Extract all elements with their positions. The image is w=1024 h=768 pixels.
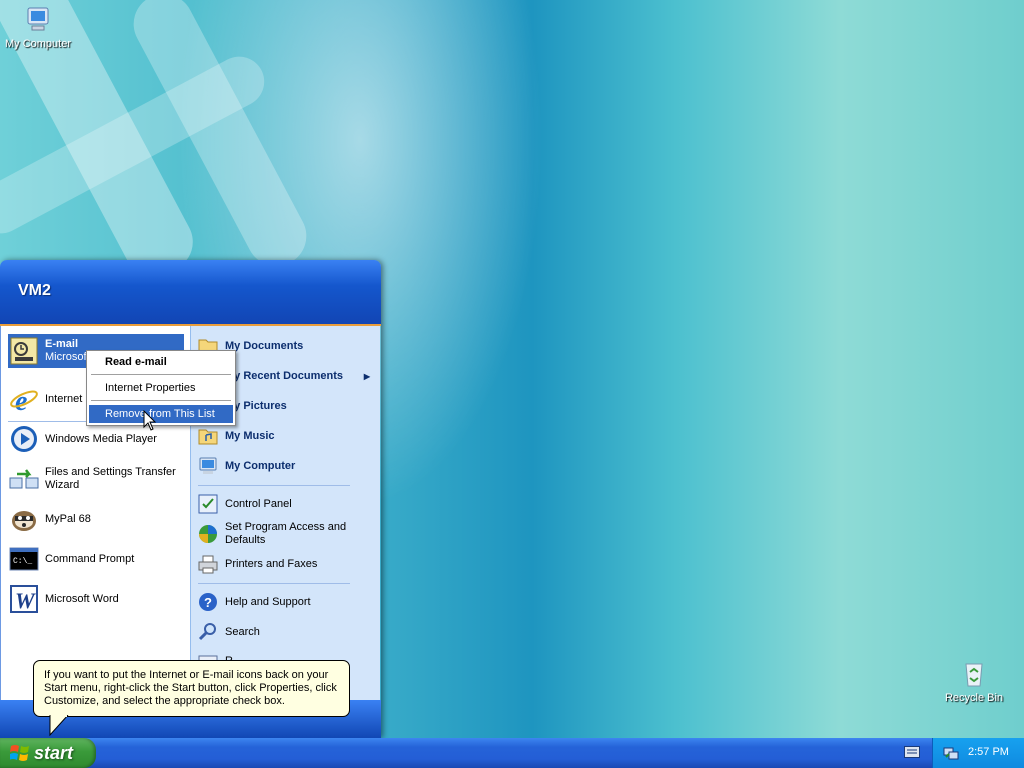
command-prompt-icon: C:\_ (8, 543, 40, 575)
start-button[interactable]: start (0, 738, 96, 768)
balloon-tooltip: If you want to put the Internet or E-mai… (33, 660, 350, 717)
desktop-icon-label: Recycle Bin (944, 692, 1004, 704)
media-player-icon (8, 423, 40, 455)
taskbar: start 2:57 PM (0, 738, 1024, 768)
network-icon[interactable] (943, 745, 959, 764)
ctx-separator (91, 374, 231, 375)
recent-program-label: Command Prompt (45, 552, 135, 565)
setting-label: Control Panel (225, 498, 292, 510)
help-label: Search (225, 626, 260, 638)
my-music-icon (196, 424, 220, 448)
email-icon (8, 335, 40, 367)
program-access-icon (196, 522, 220, 546)
mouse-cursor-icon (143, 410, 157, 431)
internet-explorer-icon: e (8, 383, 40, 415)
help-and-support[interactable]: ? Help and Support (196, 589, 376, 615)
balloon-text: If you want to put the Internet or E-mai… (44, 669, 337, 707)
my-computer-icon (196, 454, 220, 478)
right-separator (198, 583, 350, 584)
setting-program-access[interactable]: Set Program Access and Defaults (196, 520, 376, 548)
context-menu: Read e-mail Internet Properties Remove f… (86, 350, 236, 426)
start-menu-header: VM2 (0, 260, 381, 326)
my-computer-icon (22, 4, 54, 36)
place-label: My Recent Documents (225, 370, 343, 382)
ctx-remove-from-list[interactable]: Remove from This List (89, 405, 233, 423)
control-panel-icon (196, 492, 220, 516)
svg-text:C:\_: C:\_ (13, 557, 32, 566)
svg-text:e: e (15, 386, 27, 414)
transfer-wizard-icon (8, 463, 40, 495)
clock[interactable]: 2:57 PM (968, 746, 1009, 758)
ctx-read-email[interactable]: Read e-mail (89, 353, 233, 371)
start-label: start (34, 742, 74, 763)
help-label: Help and Support (225, 596, 311, 608)
desktop-icon-my-computer[interactable]: My Computer (0, 4, 76, 50)
submenu-arrow-icon: ▶ (363, 371, 370, 381)
recent-program-word[interactable]: W Microsoft Word (8, 582, 184, 616)
recent-program-mypal[interactable]: MyPal 68 (8, 502, 184, 536)
svg-text:W: W (15, 588, 36, 613)
keyboard-icon[interactable] (904, 746, 920, 761)
system-tray: 2:57 PM (932, 738, 1024, 768)
recycle-bin-icon (958, 658, 990, 690)
place-label: My Music (225, 430, 275, 442)
place-my-computer[interactable]: My Computer (196, 453, 376, 479)
desktop-icon-label: My Computer (4, 38, 72, 50)
setting-control-panel[interactable]: Control Panel (196, 491, 376, 517)
search-icon (196, 620, 220, 644)
balloon-tail (49, 715, 69, 737)
printers-icon (196, 552, 220, 576)
mypal-icon (8, 503, 40, 535)
search[interactable]: Search (196, 619, 376, 645)
recent-program-media-player[interactable]: Windows Media Player (8, 422, 184, 456)
setting-label: Set Program Access and Defaults (225, 521, 347, 546)
svg-text:?: ? (204, 595, 212, 610)
recent-program-command-prompt[interactable]: C:\_ Command Prompt (8, 542, 184, 576)
setting-printers-faxes[interactable]: Printers and Faxes (196, 551, 376, 577)
desktop-icon-recycle-bin[interactable]: Recycle Bin (936, 658, 1012, 704)
pinned-item-title: E-mail (45, 338, 79, 350)
place-label: My Documents (225, 340, 304, 352)
place-my-music[interactable]: My Music (196, 423, 376, 449)
right-separator (198, 485, 350, 486)
setting-label: Printers and Faxes (225, 558, 318, 570)
recent-program-label: Windows Media Player (45, 432, 157, 445)
pinned-item-title: Internet (45, 392, 83, 405)
recent-program-label: Files and Settings Transfer Wizard (45, 466, 176, 491)
windows-logo-icon (10, 745, 29, 761)
recent-program-label: Microsoft Word (45, 592, 119, 605)
help-icon: ? (196, 590, 220, 614)
pinned-item-subtitle: Microsof (45, 351, 87, 363)
recent-program-label: MyPal 68 (45, 512, 91, 525)
ctx-separator (91, 400, 231, 401)
recent-program-transfer-wizard[interactable]: Files and Settings Transfer Wizard (8, 462, 184, 496)
user-name: VM2 (18, 282, 51, 299)
place-label: My Computer (225, 460, 296, 472)
word-icon: W (8, 583, 40, 615)
ctx-internet-properties[interactable]: Internet Properties (89, 379, 233, 397)
